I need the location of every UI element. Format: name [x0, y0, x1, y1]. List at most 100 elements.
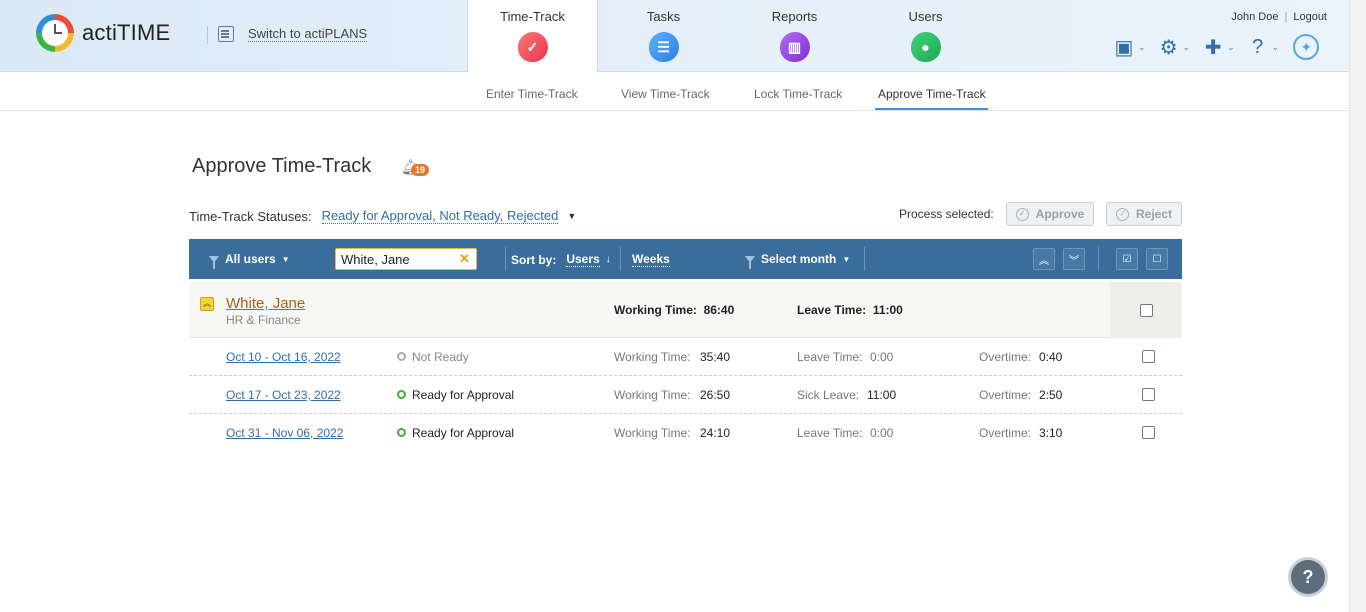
ban-icon: ⁄: [1115, 207, 1129, 221]
tab-label: Tasks: [646, 9, 681, 24]
status-text: Ready for Approval: [412, 388, 515, 402]
sort-by-label: Sort by:: [511, 252, 557, 267]
help-button[interactable]: ?: [1288, 557, 1328, 597]
plans-icon: [218, 26, 234, 42]
all-users-filter[interactable]: All users ▼: [209, 252, 290, 269]
logo-text: actiTIME: [82, 20, 171, 45]
addons-menu[interactable]: ✚ ⌄: [1202, 35, 1235, 60]
arrow-down-icon[interactable]: ↓: [606, 254, 611, 265]
question-icon: ?: [1302, 566, 1314, 587]
period-weeks[interactable]: Weeks: [632, 252, 670, 267]
row-checkbox[interactable]: [1142, 426, 1155, 439]
working-time-label: Working Time:: [614, 350, 691, 364]
row-checkbox[interactable]: [1142, 388, 1155, 401]
overtime-label: Overtime:: [979, 388, 1032, 402]
status-circle-icon: [397, 428, 406, 437]
chevron-down-icon: ⌄: [1138, 41, 1146, 52]
page-scrollbar[interactable]: [1349, 0, 1366, 612]
chevron-down-icon: ▼: [281, 254, 290, 264]
approve-button[interactable]: ✓ Approve: [1006, 202, 1094, 226]
approve-label: Approve: [1035, 207, 1085, 221]
working-time-label: Working Time:: [614, 426, 691, 440]
clear-search-icon[interactable]: ✕: [459, 251, 470, 267]
table-row: Oct 31 - Nov 06, 2022 Ready for Approval…: [189, 414, 1182, 452]
reject-button[interactable]: ⁄ Reject: [1106, 202, 1182, 226]
user-search-input[interactable]: [335, 248, 477, 270]
chevron-down-icon: ⌄: [1182, 41, 1191, 52]
row-checkbox[interactable]: [1142, 350, 1155, 363]
header-divider: [207, 26, 208, 44]
user-name-link[interactable]: White, Jane: [226, 295, 305, 312]
divider: [620, 247, 621, 271]
working-time-value: 35:40: [700, 350, 731, 364]
expand-all-button[interactable]: ︽: [1033, 248, 1055, 270]
calendar-code-icon: ▣: [1114, 36, 1134, 59]
reject-label: Reject: [1135, 207, 1173, 221]
sub-navigation: Enter Time-Track View Time-Track Lock Ti…: [0, 72, 1349, 111]
sort-by: Sort by: Users ↓: [511, 252, 611, 267]
user-name-link[interactable]: John Doe: [1231, 11, 1278, 23]
working-time-value: 24:10: [700, 426, 731, 440]
overtime-value: 0:40: [1039, 350, 1063, 364]
subtab-view-time-track[interactable]: View Time-Track: [621, 87, 710, 101]
week-range-link[interactable]: Oct 31 - Nov 06, 2022: [226, 426, 343, 440]
gear-icon: ⚙: [1159, 36, 1178, 59]
chevron-down-icon: ⌄: [1227, 41, 1235, 52]
overtime-label: Overtime:: [979, 350, 1032, 364]
collapse-all-button[interactable]: ︾: [1063, 248, 1085, 270]
week-range-link[interactable]: Oct 17 - Oct 23, 2022: [226, 388, 341, 402]
leave-time-label: Leave Time:: [797, 303, 867, 317]
notification-badge: 19: [411, 164, 430, 176]
lightbulb-icon[interactable]: ✦: [1293, 34, 1320, 60]
tab-time-track[interactable]: Time-Track ✓: [467, 0, 598, 73]
statuses-dropdown[interactable]: Ready for Approval, Not Ready, Rejected: [321, 208, 559, 224]
logout-link[interactable]: Logout: [1293, 11, 1327, 23]
chevron-down-icon: ⌄: [1271, 41, 1280, 52]
overtime-value: 3:10: [1039, 426, 1063, 440]
page-title: Approve Time-Track: [192, 155, 372, 177]
bar-chart-icon: ▥: [779, 32, 810, 62]
empty-box-icon: ☐: [1152, 253, 1162, 265]
switch-label: Switch to actiPLANS: [248, 26, 368, 42]
leave-time-label: Leave Time:: [797, 350, 863, 364]
subtab-enter-time-track[interactable]: Enter Time-Track: [486, 87, 578, 101]
sort-users-dropdown[interactable]: Users: [566, 252, 600, 267]
chevron-down-icon: ▼: [842, 254, 851, 264]
tab-tasks[interactable]: Tasks ☰: [598, 0, 729, 72]
tab-label: Users: [908, 9, 943, 24]
divider: [505, 247, 506, 271]
group-working-time: Working Time: 86:40: [614, 303, 734, 317]
chevron-down-icon[interactable]: ▼: [567, 211, 576, 221]
sick-leave-value: 11:00: [867, 388, 897, 402]
statuses-label: Time-Track Statuses:: [189, 208, 312, 224]
switch-to-actiplans-link[interactable]: Switch to actiPLANS: [218, 26, 368, 42]
status-text: Ready for Approval: [412, 426, 515, 440]
user-links: John Doe | Logout: [1231, 11, 1327, 23]
table-row: Oct 17 - Oct 23, 2022 Ready for Approval…: [189, 376, 1182, 414]
chevron-up-icon: ︽: [203, 299, 211, 308]
filter-icon: [209, 255, 219, 269]
deselect-all-button[interactable]: ☐: [1146, 248, 1168, 270]
collapse-toggle[interactable]: ︽: [200, 297, 214, 311]
status-text: Not Ready: [412, 350, 469, 364]
weeks-label: Weeks: [632, 252, 670, 267]
help-menu[interactable]: ? ⌄: [1247, 36, 1280, 59]
tab-reports[interactable]: Reports ▥: [729, 0, 860, 72]
toolbar-icons: ▣ ⌄ ⚙ ⌄ ✚ ⌄ ? ⌄ ✦: [1113, 34, 1320, 60]
settings-menu[interactable]: ⚙ ⌄: [1158, 35, 1191, 60]
select-month-filter[interactable]: Select month ▼: [745, 252, 851, 269]
calendar-menu[interactable]: ▣ ⌄: [1113, 35, 1146, 60]
group-checkbox[interactable]: [1140, 304, 1153, 317]
filter-icon: [745, 255, 755, 269]
double-chevron-up-icon: ︽: [1039, 255, 1049, 267]
overtime-value: 2:50: [1039, 388, 1063, 402]
subtab-approve-time-track[interactable]: Approve Time-Track: [878, 87, 986, 101]
tab-users[interactable]: Users ●: [860, 0, 991, 72]
tab-label: Reports: [771, 9, 818, 24]
working-time-label: Working Time:: [614, 388, 691, 402]
subtab-lock-time-track[interactable]: Lock Time-Track: [754, 87, 842, 101]
user-group-row: ︽ White, Jane HR & Finance Working Time:…: [189, 282, 1182, 338]
logo[interactable]: actiTIME: [36, 14, 170, 52]
select-all-button[interactable]: ☑: [1116, 248, 1138, 270]
week-range-link[interactable]: Oct 10 - Oct 16, 2022: [226, 350, 341, 364]
